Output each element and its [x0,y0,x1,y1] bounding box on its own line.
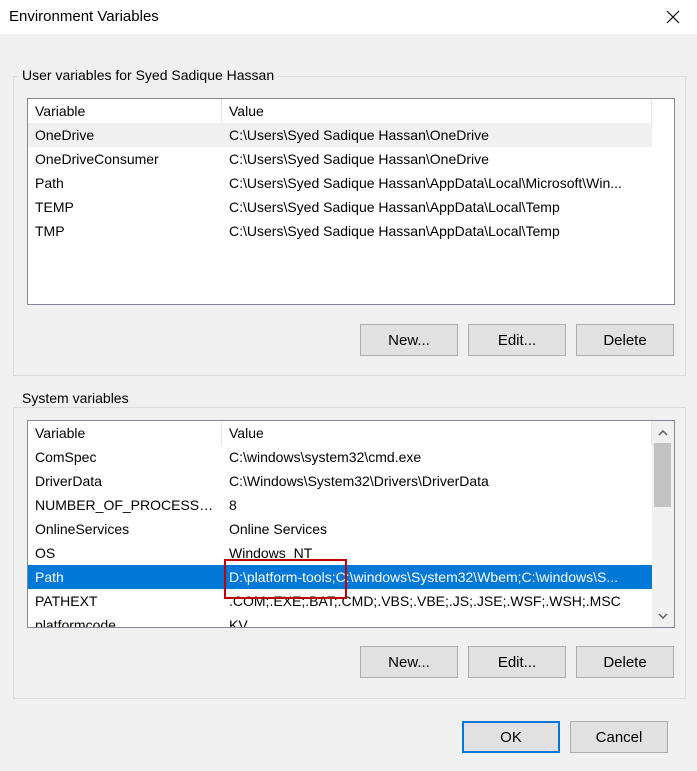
chevron-up-icon [657,429,668,436]
variable-name-cell: OS [35,545,56,561]
table-row[interactable]: ComSpec C:\windows\system32\cmd.exe [28,445,652,469]
user-edit-button[interactable]: Edit... [468,324,566,356]
table-row[interactable]: OnlineServices Online Services [28,517,652,541]
variable-value-cell: C:\Windows\System32\Drivers\DriverData [229,473,489,489]
system-variables-label: System variables [19,390,132,406]
close-icon [666,10,680,24]
user-new-button[interactable]: New... [360,324,458,356]
system-list-scrollbar[interactable] [652,421,674,627]
table-row[interactable]: TEMP C:\Users\Syed Sadique Hassan\AppData… [28,195,652,219]
table-row[interactable]: PATHEXT .COM;.EXE;.BAT;.CMD;.VBS;.VBE;.JS… [28,589,652,613]
user-column-variable[interactable]: Variable [28,99,222,123]
variable-value-cell: D:\platform-tools;C:\windows\System32\Wb… [229,569,619,585]
variable-name-cell: Path [35,569,64,585]
ok-button[interactable]: OK [462,721,560,753]
variable-value-cell: KV [229,617,248,628]
table-row[interactable]: DriverData C:\Windows\System32\Drivers\Dr… [28,469,652,493]
scroll-thumb[interactable] [654,443,671,507]
user-column-value[interactable]: Value [222,99,652,123]
user-variables-list[interactable]: Variable Value OneDrive C:\Users\Syed Sad… [27,98,675,305]
table-row[interactable]: Path C:\Users\Syed Sadique Hassan\AppData… [28,171,652,195]
cancel-button[interactable]: Cancel [570,721,668,753]
user-column-value-label: Value [229,103,264,119]
variable-value-cell: C:\Users\Syed Sadique Hassan\AppData\Loc… [229,199,560,215]
variable-value-cell: C:\Users\Syed Sadique Hassan\OneDrive [229,151,489,167]
system-edit-button[interactable]: Edit... [468,646,566,678]
system-variables-list[interactable]: Variable Value ComSpec C:\windows\system3… [27,420,675,628]
table-row[interactable]: OneDriveConsumer C:\Users\Syed Sadique Ha… [28,147,652,171]
scroll-up-button[interactable] [654,424,671,441]
system-delete-button[interactable]: Delete [576,646,674,678]
user-column-variable-label: Variable [35,103,86,119]
variable-value-cell: C:\windows\system32\cmd.exe [229,449,422,465]
system-new-button[interactable]: New... [360,646,458,678]
table-row[interactable]: Path D:\platform-tools;C:\windows\System3… [28,565,652,589]
table-row[interactable]: OS Windows_NT [28,541,652,565]
system-column-value[interactable]: Value [222,421,652,445]
system-column-variable[interactable]: Variable [28,421,222,445]
table-row[interactable]: TMP C:\Users\Syed Sadique Hassan\AppData\… [28,219,652,243]
variable-value-cell: C:\Users\Syed Sadique Hassan\AppData\Loc… [229,175,622,191]
system-column-value-label: Value [229,425,264,441]
system-list-header: Variable Value [28,421,652,445]
close-button[interactable] [657,2,689,32]
title-bar: Environment Variables [0,0,697,34]
variable-name-cell: DriverData [35,473,102,489]
variable-value-cell: Online Services [229,521,328,537]
variable-value-cell: C:\Users\Syed Sadique Hassan\OneDrive [229,127,489,143]
user-list-header: Variable Value [28,99,652,123]
variable-value-cell: .COM;.EXE;.BAT;.CMD;.VBS;.VBE;.JS;.JSE;.… [229,593,621,609]
variable-value-cell: 8 [229,497,237,513]
variable-name-cell: TEMP [35,199,74,215]
variable-name-cell: NUMBER_OF_PROCESSORS [35,497,222,513]
scroll-down-button[interactable] [654,607,671,624]
variable-name-cell: TMP [35,223,65,239]
table-row[interactable]: OneDrive C:\Users\Syed Sadique Hassan\One… [28,123,652,147]
user-variables-label: User variables for Syed Sadique Hassan [19,67,278,83]
system-column-variable-label: Variable [35,425,86,441]
variable-name-cell: OneDriveConsumer [35,151,159,167]
variable-value-cell: Windows_NT [229,545,313,561]
variable-name-cell: Path [35,175,64,191]
variable-name-cell: OneDrive [35,127,95,143]
user-delete-button[interactable]: Delete [576,324,674,356]
table-row[interactable]: NUMBER_OF_PROCESSORS 8 [28,493,652,517]
variable-name-cell: ComSpec [35,449,97,465]
variable-name-cell: PATHEXT [35,593,98,609]
table-row[interactable]: platformcode KV [28,613,652,628]
window-title: Environment Variables [9,8,159,25]
variable-name-cell: platformcode [35,617,116,628]
variable-name-cell: OnlineServices [35,521,130,537]
chevron-down-icon [657,612,668,619]
variable-value-cell: C:\Users\Syed Sadique Hassan\AppData\Loc… [229,223,560,239]
